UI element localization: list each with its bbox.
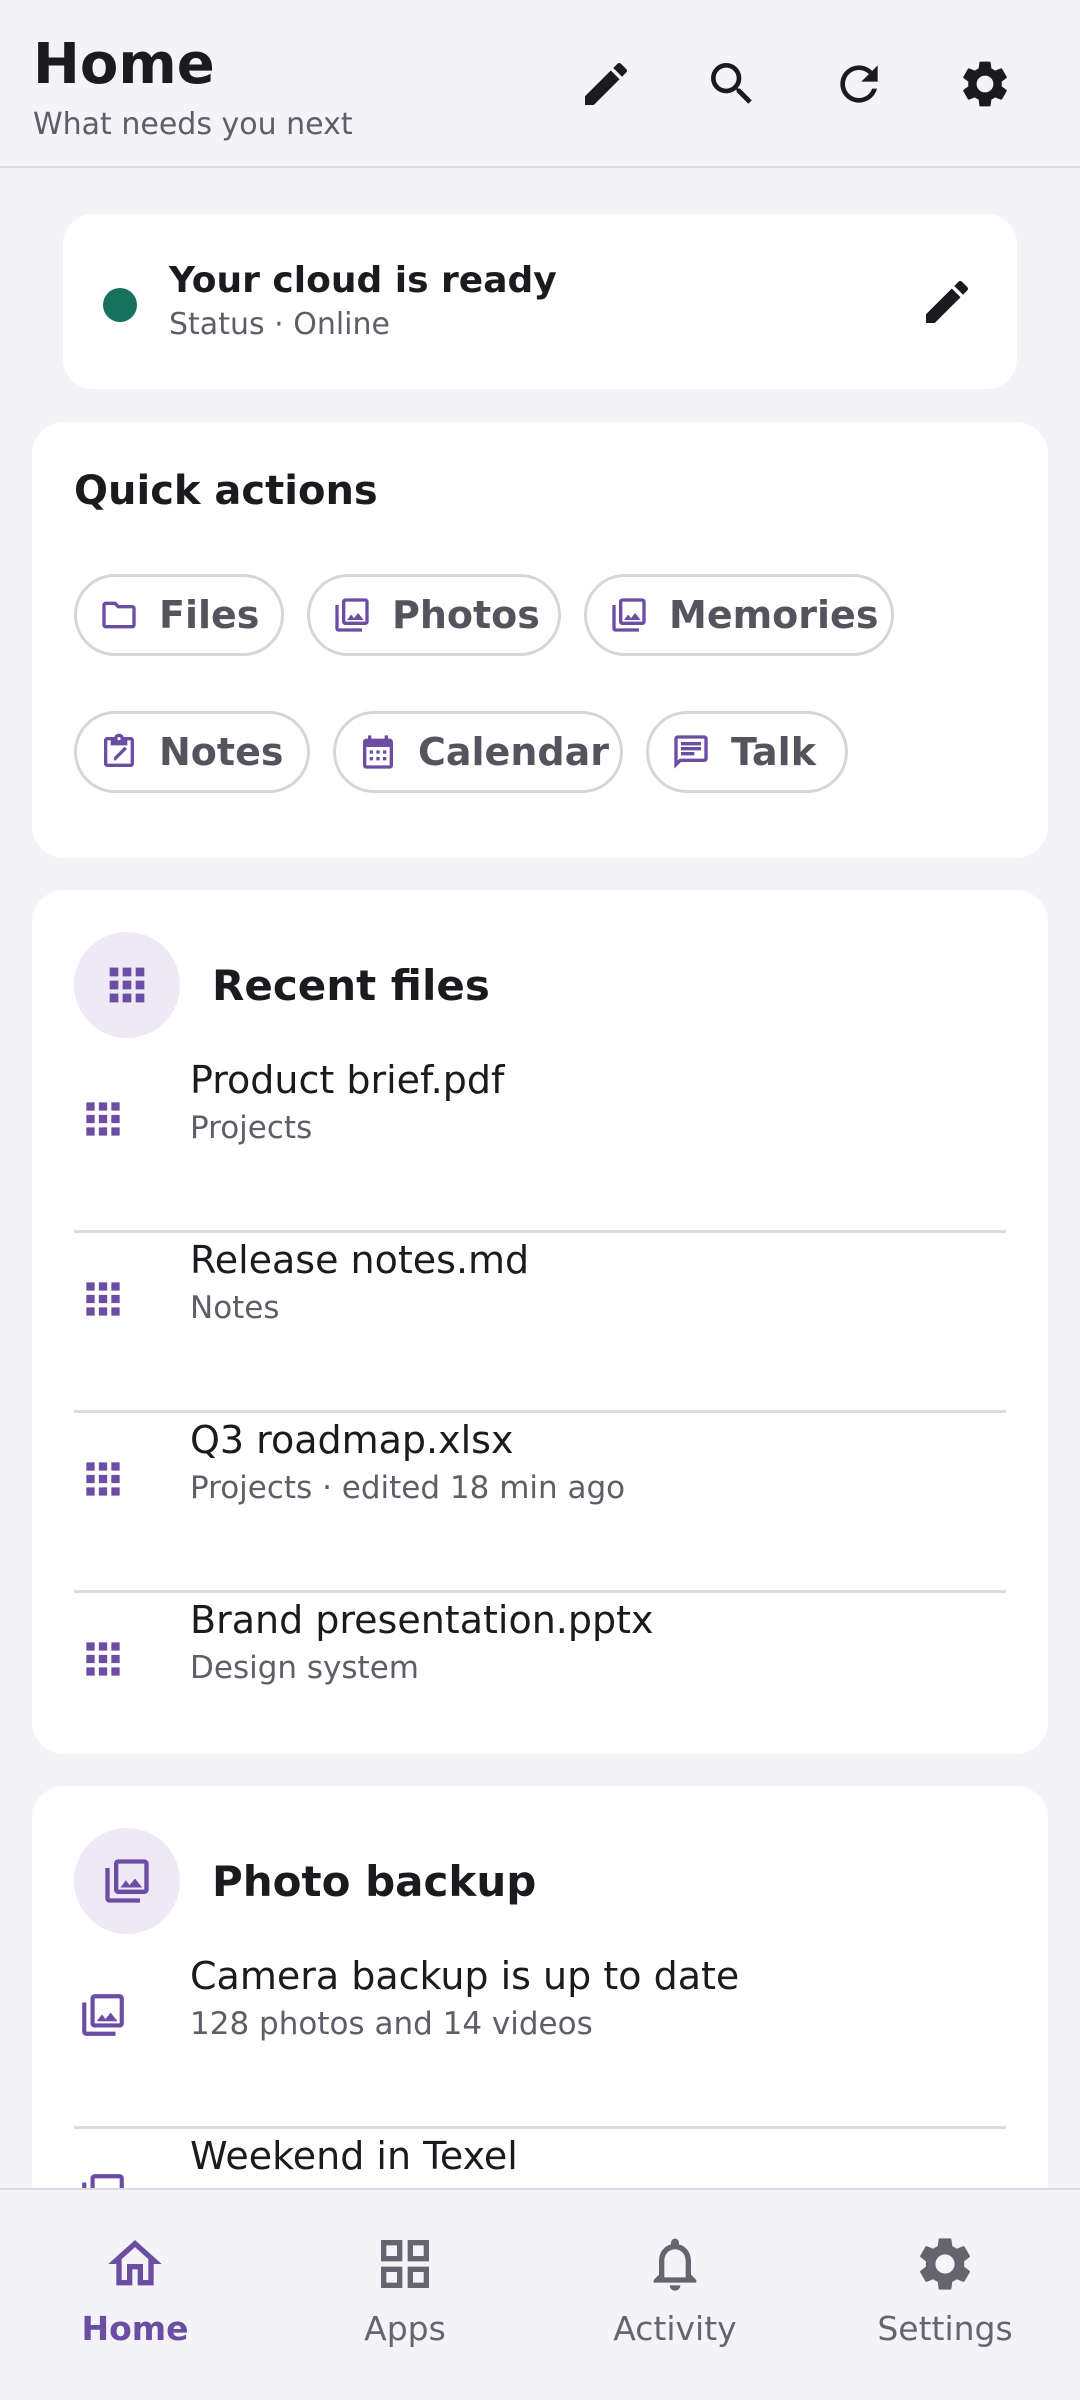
chat-icon (674, 735, 708, 769)
photos-icon (612, 598, 646, 632)
quick-action-talk[interactable]: Talk (646, 711, 848, 793)
backup-item-title: Weekend in Texel (190, 2134, 518, 2178)
backup-item-title: Camera backup is up to date (190, 1954, 740, 1998)
file-name: Product brief.pdf (190, 1058, 505, 1102)
nav-label: Home (81, 2309, 189, 2348)
page-subtitle: What needs you next (33, 107, 353, 142)
photo-backup-avatar (74, 1828, 180, 1934)
settings-icon (963, 61, 1007, 107)
quick-action-label: Photos (392, 593, 540, 637)
nav-settings[interactable]: Settings (810, 2190, 1080, 2400)
apps-grid-icon (78, 1634, 128, 1684)
apps-grid-icon (78, 1094, 128, 1144)
backup-item-meta: 128 photos and 14 videos (190, 2006, 593, 2042)
list-item[interactable]: Camera backup is up to date 128 photos a… (74, 1946, 1006, 2129)
file-name: Brand presentation.pptx (190, 1598, 654, 1642)
file-name: Release notes.md (190, 1238, 530, 1282)
search-button[interactable] (698, 50, 766, 118)
quick-action-notes[interactable]: Notes (74, 711, 310, 793)
quick-actions-card: Quick actions Files Photos Memories Note… (32, 422, 1048, 858)
refresh-button[interactable] (825, 50, 893, 118)
apps-grid-icon (109, 967, 145, 1003)
quick-action-memories[interactable]: Memories (584, 574, 894, 656)
file-meta: Projects (190, 1110, 313, 1146)
settings-button[interactable] (951, 50, 1019, 118)
page-title: Home (33, 32, 215, 97)
apps-grid-icon (78, 1274, 128, 1324)
settings-icon (920, 2238, 970, 2290)
photos-icon (105, 1859, 149, 1903)
quick-actions-title: Quick actions (74, 468, 378, 514)
apps-icon (381, 2240, 429, 2288)
bell-icon (653, 2238, 697, 2291)
photos-icon (78, 2170, 128, 2188)
quick-action-files[interactable]: Files (74, 574, 284, 656)
nav-label: Apps (364, 2309, 446, 2348)
file-name: Q3 roadmap.xlsx (190, 1418, 514, 1462)
list-item[interactable]: Weekend in Texel (74, 2126, 1006, 2188)
status-dot (103, 288, 137, 322)
recent-files-avatar (74, 932, 180, 1038)
folder-icon (102, 601, 136, 629)
list-item[interactable]: Release notes.md Notes (74, 1230, 1006, 1413)
status-subtitle: Status · Online (169, 307, 390, 342)
quick-action-label: Memories (669, 593, 879, 637)
quick-action-label: Calendar (418, 730, 609, 774)
home-icon (108, 2240, 162, 2286)
list-item[interactable]: Product brief.pdf Projects (74, 1050, 1006, 1233)
calendar-icon (363, 735, 393, 769)
quick-action-label: Files (159, 593, 260, 637)
edit-icon (585, 62, 628, 105)
app-header: Home What needs you next (0, 0, 1080, 168)
photos-icon (335, 598, 369, 632)
nav-label: Activity (613, 2309, 737, 2348)
quick-action-photos[interactable]: Photos (307, 574, 561, 656)
nav-home[interactable]: Home (0, 2190, 270, 2400)
nav-label: Settings (877, 2309, 1013, 2348)
home-scroll-area[interactable]: Your cloud is ready Status · Online Quic… (0, 170, 1080, 2188)
status-title: Your cloud is ready (169, 260, 557, 301)
photo-backup-title: Photo backup (212, 1857, 537, 1906)
file-meta: Projects · edited 18 min ago (190, 1470, 626, 1506)
refresh-icon (840, 65, 878, 103)
quick-action-calendar[interactable]: Calendar (333, 711, 623, 793)
list-item[interactable]: Q3 roadmap.xlsx Projects · edited 18 min… (74, 1410, 1006, 1593)
bottom-navigation: Home Apps Activity Settings (0, 2188, 1080, 2400)
recent-files-title: Recent files (212, 961, 490, 1010)
status-edit-button[interactable] (915, 270, 979, 334)
recent-files-card: Recent files Product brief.pdf Projects … (32, 890, 1048, 1754)
nav-apps[interactable]: Apps (270, 2190, 540, 2400)
edit-icon (926, 280, 969, 323)
status-card[interactable]: Your cloud is ready Status · Online (63, 214, 1017, 389)
notes-icon (104, 733, 134, 767)
list-item[interactable]: Brand presentation.pptx Design system (74, 1590, 1006, 1770)
quick-action-label: Notes (159, 730, 284, 774)
file-meta: Notes (190, 1290, 280, 1326)
apps-grid-icon (78, 1454, 128, 1504)
photo-backup-card: Photo backup Camera backup is up to date… (32, 1786, 1048, 2188)
photos-icon (78, 1990, 128, 2040)
search-icon (711, 63, 752, 104)
file-meta: Design system (190, 1650, 419, 1686)
quick-action-label: Talk (731, 730, 816, 774)
edit-button[interactable] (572, 50, 640, 118)
nav-activity[interactable]: Activity (540, 2190, 810, 2400)
